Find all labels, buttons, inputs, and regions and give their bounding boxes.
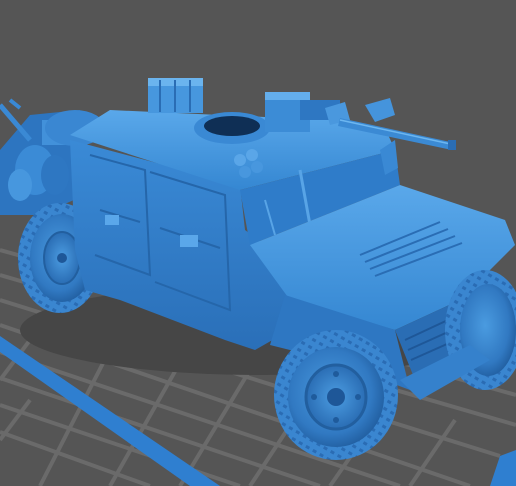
slicer-3d-viewport[interactable] (0, 0, 516, 486)
door-handle (180, 235, 198, 247)
front-left-wheel (274, 330, 398, 460)
door-handle-rear (105, 215, 119, 225)
viewport-canvas[interactable] (0, 0, 516, 486)
ammo-boxes (148, 78, 203, 113)
turret-hatch-opening (204, 116, 260, 136)
